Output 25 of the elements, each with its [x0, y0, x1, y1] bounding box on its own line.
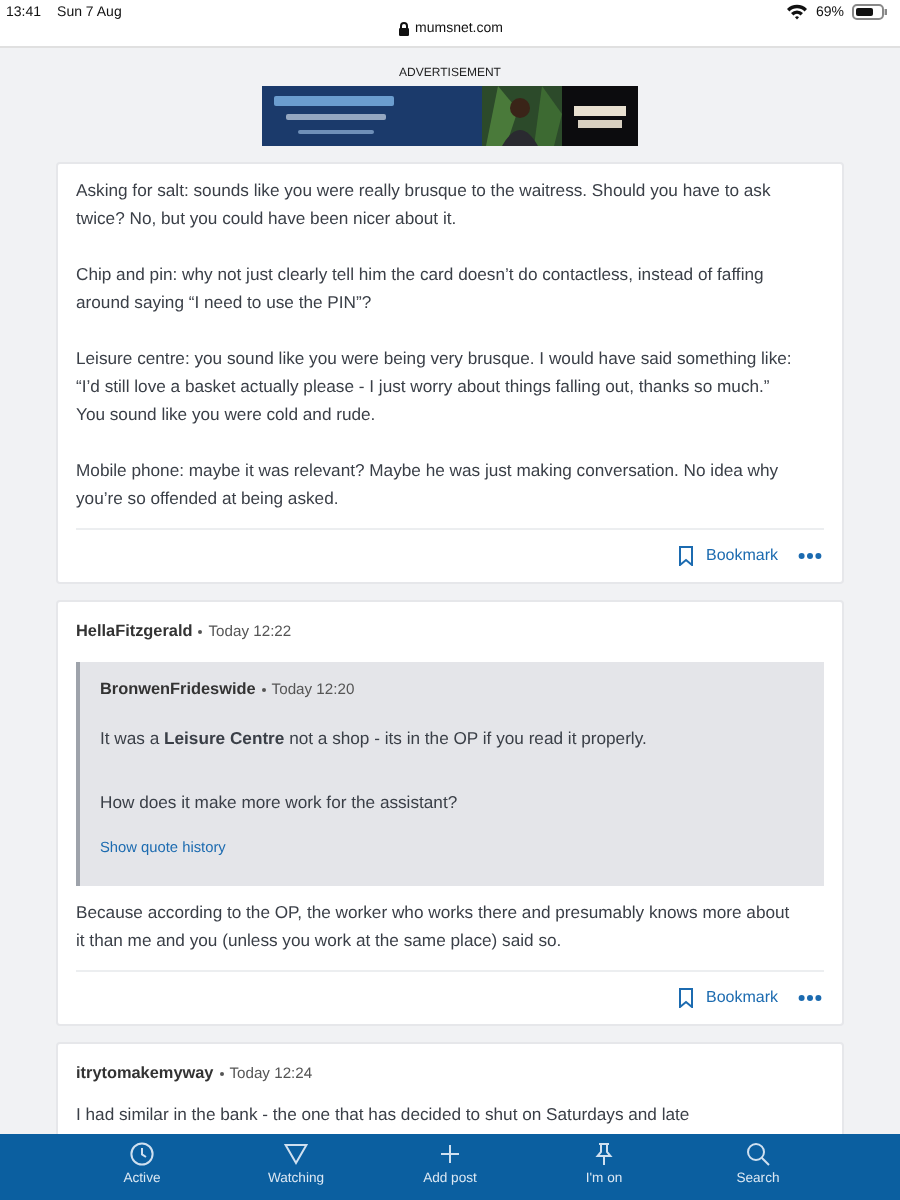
post-text: Asking for salt: sounds like you were really brusque to the waitress. Should you have to ask twice? No, but you could have been nicer about it. [76, 178, 773, 232]
pin-icon [592, 1142, 616, 1166]
more-options-icon[interactable] [798, 552, 822, 560]
battery-icon [852, 4, 888, 20]
post-text: I had similar in the bank - the one that has decided to shut on Saturdays and late [76, 1102, 692, 1128]
bookmark-button[interactable]: Bookmark [677, 984, 778, 1012]
search-icon [746, 1142, 770, 1166]
wifi-icon [785, 4, 808, 20]
filter-icon [284, 1142, 308, 1166]
bookmark-icon [677, 546, 694, 566]
quote-author[interactable]: BronwenFrideswide [100, 676, 256, 704]
more-options-icon[interactable] [798, 994, 822, 1002]
post-text: Mobile phone: maybe it was relevant? Maybe he was just making conversation. No idea why you’re so offended at being asked. [76, 458, 781, 512]
quote-text: It was a Leisure Centre not a shop - its in the OP if you read it properly. [100, 726, 649, 752]
post-author[interactable]: HellaFitzgerald [76, 618, 193, 646]
quote-text: How does it make more work for the assistant? [100, 790, 460, 816]
post-text: Because according to the OP, the worker who works there and presumably knows more about it than me and you (unless you work at the same place) said so. [76, 900, 792, 954]
post-author[interactable]: itrytomakemyway [76, 1060, 214, 1088]
post-text: Leisure centre: you sound like you were being very brusque. I would have said something like: “I’d still love a basket actually please - I just worry about things falling out, thanks so much.” You sound like you were cold and rude. [76, 346, 794, 428]
plus-icon [438, 1142, 462, 1166]
bookmark-icon [677, 988, 694, 1008]
lock-icon [397, 22, 410, 36]
bookmark-button[interactable]: Bookmark [677, 542, 778, 570]
clock-icon [130, 1142, 154, 1166]
post-text: Chip and pin: why not just clearly tell him the card doesn’t do contactless, instead of faffing around saying “I need to use the PIN”? [76, 262, 766, 316]
